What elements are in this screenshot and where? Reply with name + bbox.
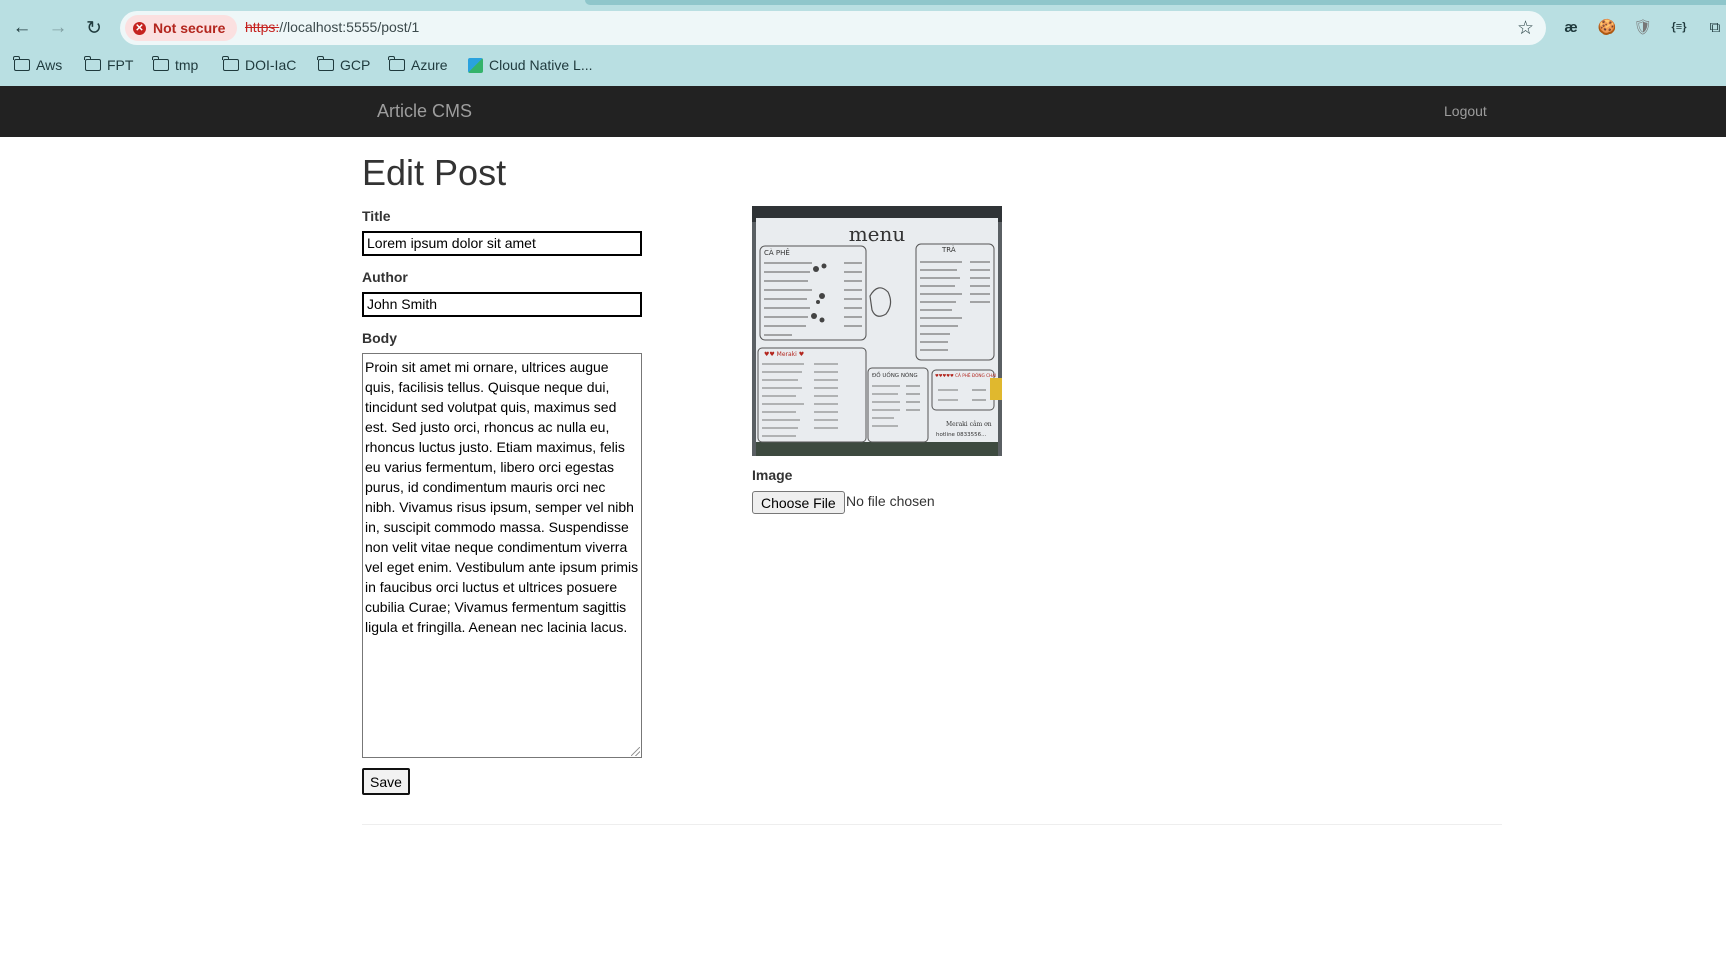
app-navbar: Article CMS Logout	[0, 86, 1726, 137]
warning-icon: ✕	[133, 21, 146, 35]
bookmark-label: tmp	[175, 57, 199, 73]
file-status-text: No file chosen	[846, 493, 935, 509]
security-chip[interactable]: ✕ Not secure	[125, 15, 238, 41]
bookmark-gcp[interactable]: GCP	[317, 52, 371, 78]
brand-link[interactable]: Article CMS	[377, 101, 472, 122]
menu-signature: Meraki cảm ơn	[946, 421, 992, 428]
json-extension-icon[interactable]: {≡}	[1666, 14, 1692, 40]
folder-icon	[13, 56, 30, 71]
browser-chrome: ← → ↻ ✕ Not secure https://localhost:555…	[0, 0, 1726, 86]
bookmark-label: DOI-IaC	[245, 57, 297, 73]
menu-heading: menu	[849, 222, 906, 246]
back-icon[interactable]: ←	[8, 14, 36, 42]
bookmark-tmp[interactable]: tmp	[152, 52, 199, 78]
url-text[interactable]: https://localhost:5555/post/1	[245, 19, 419, 35]
footer-divider	[362, 824, 1502, 825]
body-label: Body	[362, 330, 397, 346]
menu-hotline: hotline 0833556...	[936, 432, 987, 438]
bookmark-azure[interactable]: Azure	[388, 52, 448, 78]
cncf-icon	[468, 57, 483, 73]
folder-icon	[388, 56, 405, 71]
bookmark-fpt[interactable]: FPT	[84, 52, 134, 78]
bookmark-doi-iac[interactable]: DOI-IaC	[222, 52, 297, 78]
active-tab[interactable]	[0, 0, 580, 5]
menu-photo: menu CÀ PHÊ TRÀ ♥♥ Meraki ♥ ĐỒ UỐNG NÓNG…	[752, 206, 1002, 456]
post-image-preview: menu CÀ PHÊ TRÀ ♥♥ Meraki ♥ ĐỒ UỐNG NÓNG…	[752, 206, 1002, 456]
url-scheme: https:	[245, 19, 280, 35]
bookmark-star-icon[interactable]: ☆	[1517, 17, 1534, 40]
page-title: Edit Post	[362, 152, 507, 193]
bookmark-label: Aws	[36, 57, 63, 73]
bookmark-aws[interactable]: Aws	[13, 52, 63, 78]
textarea-resize-handle[interactable]	[631, 747, 640, 756]
choose-file-button[interactable]: Choose File	[752, 491, 845, 514]
bookmark-label: Azure	[411, 57, 448, 73]
folder-icon	[84, 56, 101, 71]
tab-strip	[0, 0, 1726, 5]
body-textarea[interactable]: Proin sit amet mi ornare, ultrices augue…	[362, 353, 642, 758]
inactive-tab[interactable]	[585, 0, 1726, 5]
extensions-puzzle-icon[interactable]: ⧉	[1702, 14, 1726, 40]
bookmark-label: FPT	[107, 57, 134, 73]
author-input[interactable]: John Smith	[362, 292, 642, 317]
menu-section-meraki: ♥♥ Meraki ♥	[764, 351, 804, 358]
folder-icon	[222, 56, 239, 71]
title-label: Title	[362, 208, 391, 224]
folder-icon	[152, 56, 169, 71]
url-path: //localhost:5555/post/1	[279, 19, 420, 35]
bookmark-label: GCP	[340, 57, 371, 73]
title-input[interactable]: Lorem ipsum dolor sit amet	[362, 231, 642, 256]
save-button[interactable]: Save	[362, 768, 410, 795]
security-label: Not secure	[153, 20, 226, 36]
reload-icon[interactable]: ↻	[80, 14, 108, 42]
menu-section-coffee: CÀ PHÊ	[764, 248, 790, 257]
extension-ae-icon[interactable]: æ	[1558, 14, 1584, 40]
menu-section-tea: TRÀ	[941, 245, 956, 254]
bookmarks-bar: Aws FPT tmp DOI-IaC GCP Azure Cloud Nati…	[0, 52, 1726, 78]
bookmark-label: Cloud Native L...	[489, 57, 593, 73]
author-label: Author	[362, 269, 408, 285]
bookmark-cloud-native[interactable]: Cloud Native L...	[468, 52, 593, 78]
menu-section-bottled-coffee: ♥♥♥♥♥ CÀ PHÊ ĐÓNG CHAI	[935, 373, 996, 378]
image-label: Image	[752, 467, 793, 483]
forward-icon[interactable]: →	[44, 14, 72, 42]
cookie-extension-icon[interactable]: 🍪	[1594, 14, 1620, 40]
logout-link[interactable]: Logout	[1444, 103, 1487, 119]
address-bar[interactable]: ✕ Not secure https://localhost:5555/post…	[120, 11, 1546, 45]
folder-icon	[317, 56, 334, 71]
shield-extension-icon[interactable]: 🛡	[1630, 14, 1656, 40]
